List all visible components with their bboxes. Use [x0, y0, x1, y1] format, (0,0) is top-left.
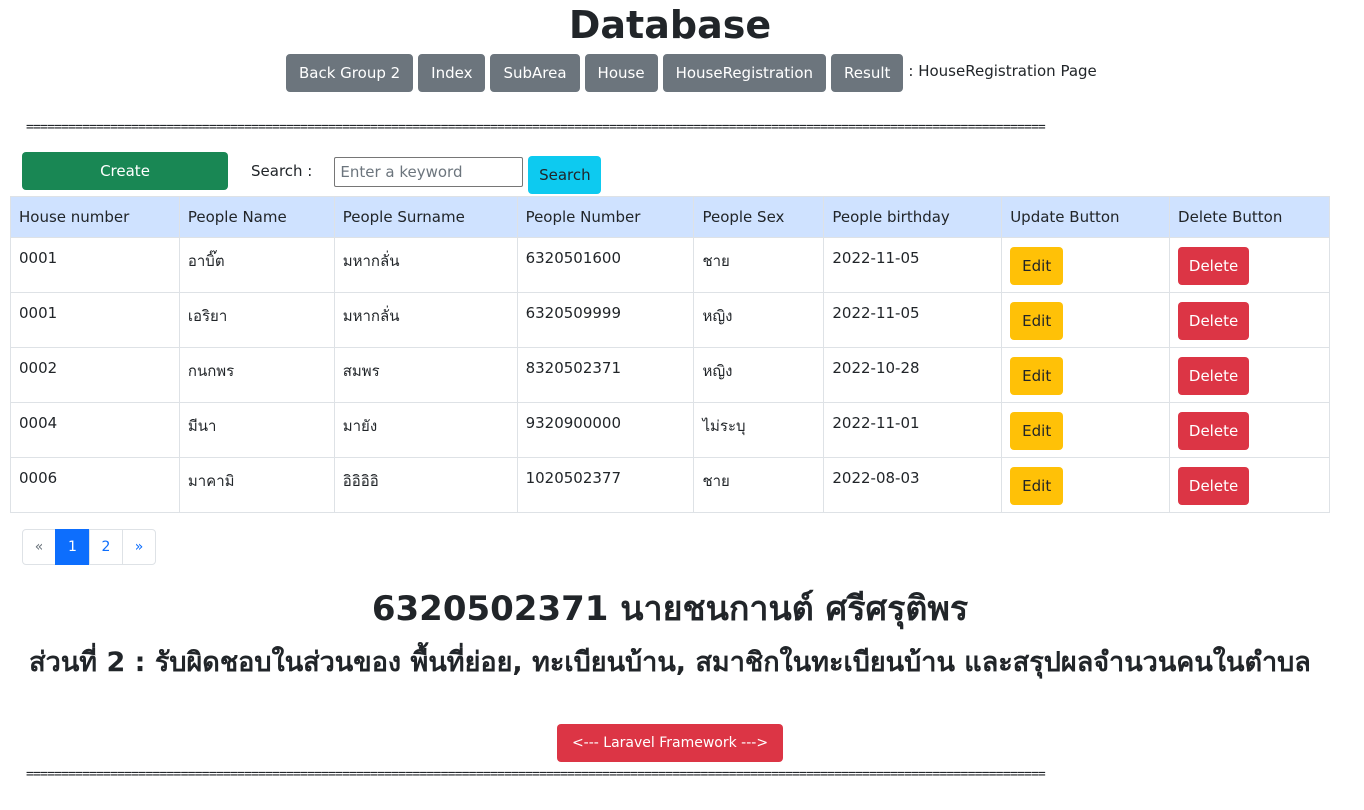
cell-delete: Delete [1169, 347, 1330, 403]
registration-table: House number People Name People Surname … [10, 196, 1330, 513]
divider-top: ========================================… [26, 120, 1046, 135]
cell-people-surname: มหากลั่น [333, 237, 518, 293]
delete-button[interactable]: Delete [1178, 412, 1250, 450]
divider-bottom: ========================================… [26, 767, 1046, 782]
pagination-page-2[interactable]: 2 [89, 529, 123, 565]
cell-people-number: 8320502371 [516, 347, 695, 403]
search-label: Search : [251, 162, 313, 180]
search-button[interactable]: Search [528, 156, 602, 194]
edit-button[interactable]: Edit [1010, 357, 1064, 395]
search-input[interactable] [334, 157, 524, 187]
cell-update: Edit [1001, 457, 1171, 513]
create-houseregistration-button[interactable]: Create HouseRegistration [22, 152, 228, 218]
table-row: 0004 มีนา มายัง 9320900000 ไม่ระบุ 2022-… [10, 402, 1330, 458]
page-title: Database [568, 3, 772, 47]
cell-house-number: 0004 [10, 402, 180, 458]
cell-house-number: 0006 [10, 457, 180, 513]
header-house-number: House number [10, 196, 180, 238]
toolbar: Create HouseRegistration Search : Search [22, 148, 602, 218]
table-row: 0001 อาบิ๊ต มหากลั่น 6320501600 ชาย 2022… [10, 237, 1330, 293]
cell-people-name: อาบิ๊ต [178, 237, 335, 293]
cell-delete: Delete [1169, 292, 1330, 348]
table-header-row: House number People Name People Surname … [10, 196, 1330, 238]
cell-people-surname: มายัง [333, 402, 518, 458]
student-heading: 6320502371 นายชนกานต์ ศรีศรุติพร [371, 589, 969, 629]
edit-button[interactable]: Edit [1010, 412, 1064, 450]
cell-people-name: เอริยา [178, 292, 335, 348]
table-row: 0006 มาคามิ อิอิอิอิ 1020502377 ชาย 2022… [10, 457, 1330, 513]
header-people-surname: People Surname [333, 196, 518, 238]
nav-bar: Back Group 2 Index SubArea House HouseRe… [286, 54, 1097, 92]
cell-delete: Delete [1169, 237, 1330, 293]
delete-button[interactable]: Delete [1178, 357, 1250, 395]
section-heading: ส่วนที่ 2 : รับผิดชอบในส่วนของ พื้นที่ย่… [29, 647, 1311, 678]
houseregistration-button[interactable]: HouseRegistration [662, 54, 827, 92]
cell-people-sex: หญิง [693, 347, 825, 403]
header-people-name: People Name [178, 196, 335, 238]
cell-people-sex: หญิง [693, 292, 825, 348]
cell-people-sex: ไม่ระบุ [693, 402, 825, 458]
result-button[interactable]: Result [831, 54, 904, 92]
cell-people-number: 6320509999 [516, 292, 695, 348]
pagination-prev[interactable]: « [22, 529, 56, 565]
cell-delete: Delete [1169, 457, 1330, 513]
cell-people-surname: สมพร [333, 347, 518, 403]
cell-house-number: 0001 [10, 292, 180, 348]
cell-update: Edit [1001, 292, 1171, 348]
cell-people-name: มีนา [178, 402, 335, 458]
header-people-birthday: People birthday [823, 196, 1003, 238]
house-button[interactable]: House [584, 54, 658, 92]
pagination: « 1 2 » [22, 529, 156, 565]
cell-people-birthday: 2022-08-03 [823, 457, 1003, 513]
cell-update: Edit [1001, 402, 1171, 458]
cell-update: Edit [1001, 237, 1171, 293]
cell-people-birthday: 2022-11-01 [823, 402, 1003, 458]
back-group-2-button[interactable]: Back Group 2 [286, 54, 414, 92]
table-row: 0002 กนกพร สมพร 8320502371 หญิง 2022-10-… [10, 347, 1330, 403]
delete-button[interactable]: Delete [1178, 467, 1250, 505]
header-delete-button: Delete Button [1169, 196, 1330, 238]
header-update-button: Update Button [1001, 196, 1171, 238]
cell-people-name: กนกพร [178, 347, 335, 403]
edit-button[interactable]: Edit [1010, 467, 1064, 505]
subarea-button[interactable]: SubArea [490, 54, 580, 92]
cell-people-surname: อิอิอิอิ [333, 457, 518, 513]
header-people-number: People Number [516, 196, 695, 238]
header-people-sex: People Sex [693, 196, 825, 238]
cell-people-number: 9320900000 [516, 402, 695, 458]
delete-button[interactable]: Delete [1178, 247, 1250, 285]
cell-people-sex: ชาย [693, 237, 825, 293]
delete-button[interactable]: Delete [1178, 302, 1250, 340]
cell-people-number: 1020502377 [516, 457, 695, 513]
table-row: 0001 เอริยา มหากลั่น 6320509999 หญิง 202… [10, 292, 1330, 348]
index-button[interactable]: Index [418, 54, 486, 92]
laravel-framework-button[interactable]: <--- Laravel Framework ---> [557, 724, 783, 762]
cell-house-number: 0001 [10, 237, 180, 293]
cell-house-number: 0002 [10, 347, 180, 403]
pagination-next[interactable]: » [122, 529, 156, 565]
cell-people-sex: ชาย [693, 457, 825, 513]
page-label: : HouseRegistration Page [908, 62, 1097, 80]
cell-delete: Delete [1169, 402, 1330, 458]
cell-people-surname: มหากลั่น [333, 292, 518, 348]
cell-people-birthday: 2022-11-05 [823, 237, 1003, 293]
cell-update: Edit [1001, 347, 1171, 403]
cell-people-birthday: 2022-11-05 [823, 292, 1003, 348]
cell-people-name: มาคามิ [178, 457, 335, 513]
cell-people-birthday: 2022-10-28 [823, 347, 1003, 403]
edit-button[interactable]: Edit [1010, 302, 1064, 340]
edit-button[interactable]: Edit [1010, 247, 1064, 285]
cell-people-number: 6320501600 [516, 237, 695, 293]
pagination-page-1[interactable]: 1 [55, 529, 90, 565]
